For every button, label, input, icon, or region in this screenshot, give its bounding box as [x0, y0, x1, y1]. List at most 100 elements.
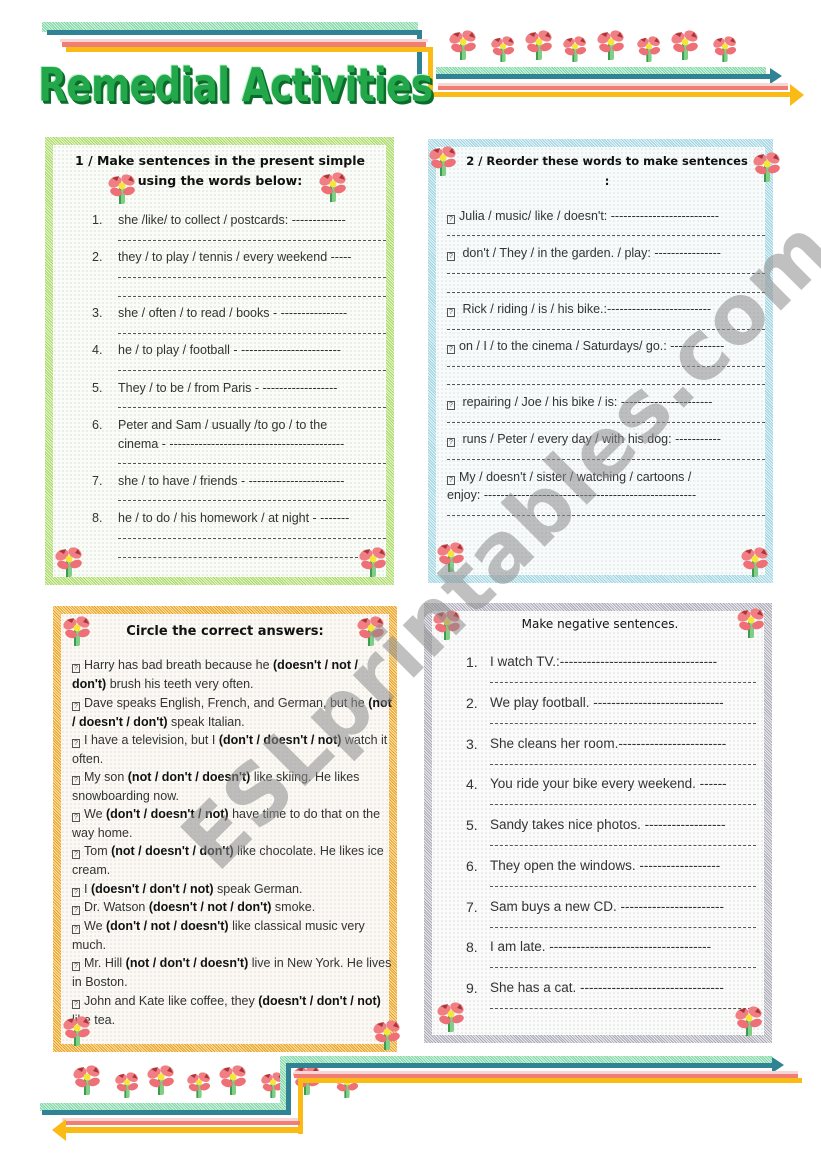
answer-choices[interactable]: (not / don't / doesn't)	[128, 770, 251, 784]
answer-line[interactable]	[118, 463, 386, 464]
list-item: ? My / doesn't / sister / watching / cart…	[447, 468, 691, 487]
heading-line-1: 1 / Make sentences in the present simple	[75, 153, 365, 168]
item-text: Mr. Hill	[84, 956, 126, 970]
bottom-stripe-gold-right	[298, 1078, 802, 1083]
flower-icon	[358, 545, 388, 579]
page-title: Remedial Activities	[38, 58, 433, 112]
item-number: 7.	[466, 899, 478, 915]
item-number: 1.	[92, 213, 103, 227]
checkbox-icon: ?	[447, 401, 455, 410]
flower-icon	[636, 34, 662, 64]
answer-line[interactable]	[447, 292, 765, 293]
flower-icon	[436, 1000, 466, 1034]
checkbox-icon: ?	[447, 252, 455, 261]
answer-line[interactable]	[490, 886, 756, 887]
answer-line[interactable]	[118, 333, 386, 334]
answer-choices[interactable]: (not / don't / doesn't)	[126, 956, 249, 970]
answer-line[interactable]	[490, 682, 756, 683]
flower-icon	[356, 614, 386, 648]
item-text: I	[84, 882, 91, 896]
answer-line[interactable]	[490, 927, 756, 928]
item-prompt: he / to do / his homework / at night - -…	[118, 511, 350, 525]
list-item: ? runs / Peter / every day / with his do…	[447, 430, 721, 449]
answer-line[interactable]	[118, 277, 386, 278]
flower-icon	[428, 144, 458, 178]
checkbox-icon: ?	[447, 345, 455, 354]
answer-line[interactable]	[118, 296, 386, 297]
checkbox-icon: ?	[447, 476, 455, 485]
flower-icon	[372, 1018, 402, 1052]
answer-line[interactable]	[490, 723, 756, 724]
answer-line[interactable]	[118, 500, 386, 501]
item-prompt: My / doesn't / sister / watching / carto…	[459, 470, 692, 484]
item-number: 6.	[466, 858, 478, 874]
item-prompt: repairing / Joe / his bike / is: -------…	[459, 395, 713, 409]
item-prompt: she / to have / friends - --------------…	[118, 474, 345, 488]
list-item: ? I (doesn't / don't / not) speak German.	[72, 880, 392, 899]
bottom-stripe-teal-vertical	[286, 1063, 291, 1113]
answer-line[interactable]	[490, 804, 756, 805]
item-prompt: Sandy takes nice photos. ---------------…	[490, 817, 726, 832]
answer-line[interactable]	[490, 1008, 756, 1009]
answer-choices[interactable]: (doesn't / don't / not)	[91, 882, 214, 896]
answer-line[interactable]	[447, 235, 765, 236]
answer-line[interactable]	[447, 515, 765, 516]
answer-line[interactable]	[447, 384, 765, 385]
item-number: 4.	[92, 343, 103, 357]
item-text: Dr. Watson	[84, 900, 149, 914]
checkbox-icon: ?	[447, 438, 455, 447]
item-prompt: runs / Peter / every day / with his dog:…	[459, 432, 721, 446]
item-number: 3.	[466, 736, 478, 752]
checkbox-icon: ?	[72, 888, 80, 897]
item-text: I have a television, but I	[84, 733, 219, 747]
item-prompt: They open the windows. -----------------…	[490, 858, 721, 873]
item-number: 3.	[92, 306, 103, 320]
answer-choices[interactable]: (doesn't / not / don't)	[149, 900, 272, 914]
exercise-2-heading: 2 / Reorder these words to make sentence…	[466, 154, 748, 188]
bottom-stripe-gold-left	[64, 1127, 303, 1133]
answer-line[interactable]	[118, 557, 368, 558]
answer-choices[interactable]: (doesn't / don't / not)	[258, 994, 381, 1008]
flower-icon	[62, 614, 92, 648]
item-prompt: don't / They / in the garden. / play: --…	[459, 246, 721, 260]
item-number: 8.	[92, 511, 103, 525]
answer-line[interactable]	[118, 407, 386, 408]
checkbox-icon: ?	[447, 215, 455, 224]
item-number: 8.	[466, 939, 478, 955]
list-item: ? Dave speaks English, French, and German…	[72, 694, 392, 732]
checkbox-icon: ?	[72, 1000, 80, 1009]
answer-line[interactable]	[118, 370, 386, 371]
answer-line[interactable]	[447, 422, 765, 423]
item-prompt: She cleans her room.--------------------…	[490, 736, 727, 751]
list-item: ? We (don't / not / doesn't) like classic…	[72, 917, 392, 955]
item-prompt: she /like/ to collect / postcards: -----…	[118, 213, 346, 227]
item-number: 5.	[466, 817, 478, 833]
answer-line[interactable]	[447, 329, 765, 330]
answer-choices[interactable]: (not / doesn't / don't)	[111, 844, 234, 858]
answer-line[interactable]	[447, 273, 765, 274]
exercise-2-panel	[428, 139, 773, 583]
item-number: 2.	[466, 695, 478, 711]
answer-choices[interactable]: (don't / not / doesn't)	[106, 919, 229, 933]
answer-line[interactable]	[118, 240, 386, 241]
answer-line[interactable]	[118, 538, 386, 539]
answer-line[interactable]	[490, 967, 756, 968]
item-text: speak German.	[213, 882, 303, 896]
checkbox-icon: ?	[72, 962, 80, 971]
flower-icon	[448, 28, 478, 62]
flower-icon	[107, 172, 137, 206]
item-number: 1.	[466, 654, 478, 670]
item-number: 2.	[92, 250, 103, 264]
answer-choices[interactable]: (don't / doesn't / not)	[219, 733, 342, 747]
answer-choices[interactable]: (don't / doesn't / not)	[106, 807, 229, 821]
list-item: ? Julia / music/ like / doesn't: --------…	[447, 207, 719, 226]
checkbox-icon: ?	[72, 850, 80, 859]
right-stripe-teal	[436, 74, 774, 79]
answer-line[interactable]	[447, 366, 765, 367]
answer-line[interactable]	[490, 845, 756, 846]
flower-icon	[432, 608, 462, 642]
checkbox-icon: ?	[72, 702, 80, 711]
answer-line[interactable]	[447, 459, 765, 460]
item-number: 9.	[466, 980, 478, 996]
answer-line[interactable]	[490, 764, 756, 765]
